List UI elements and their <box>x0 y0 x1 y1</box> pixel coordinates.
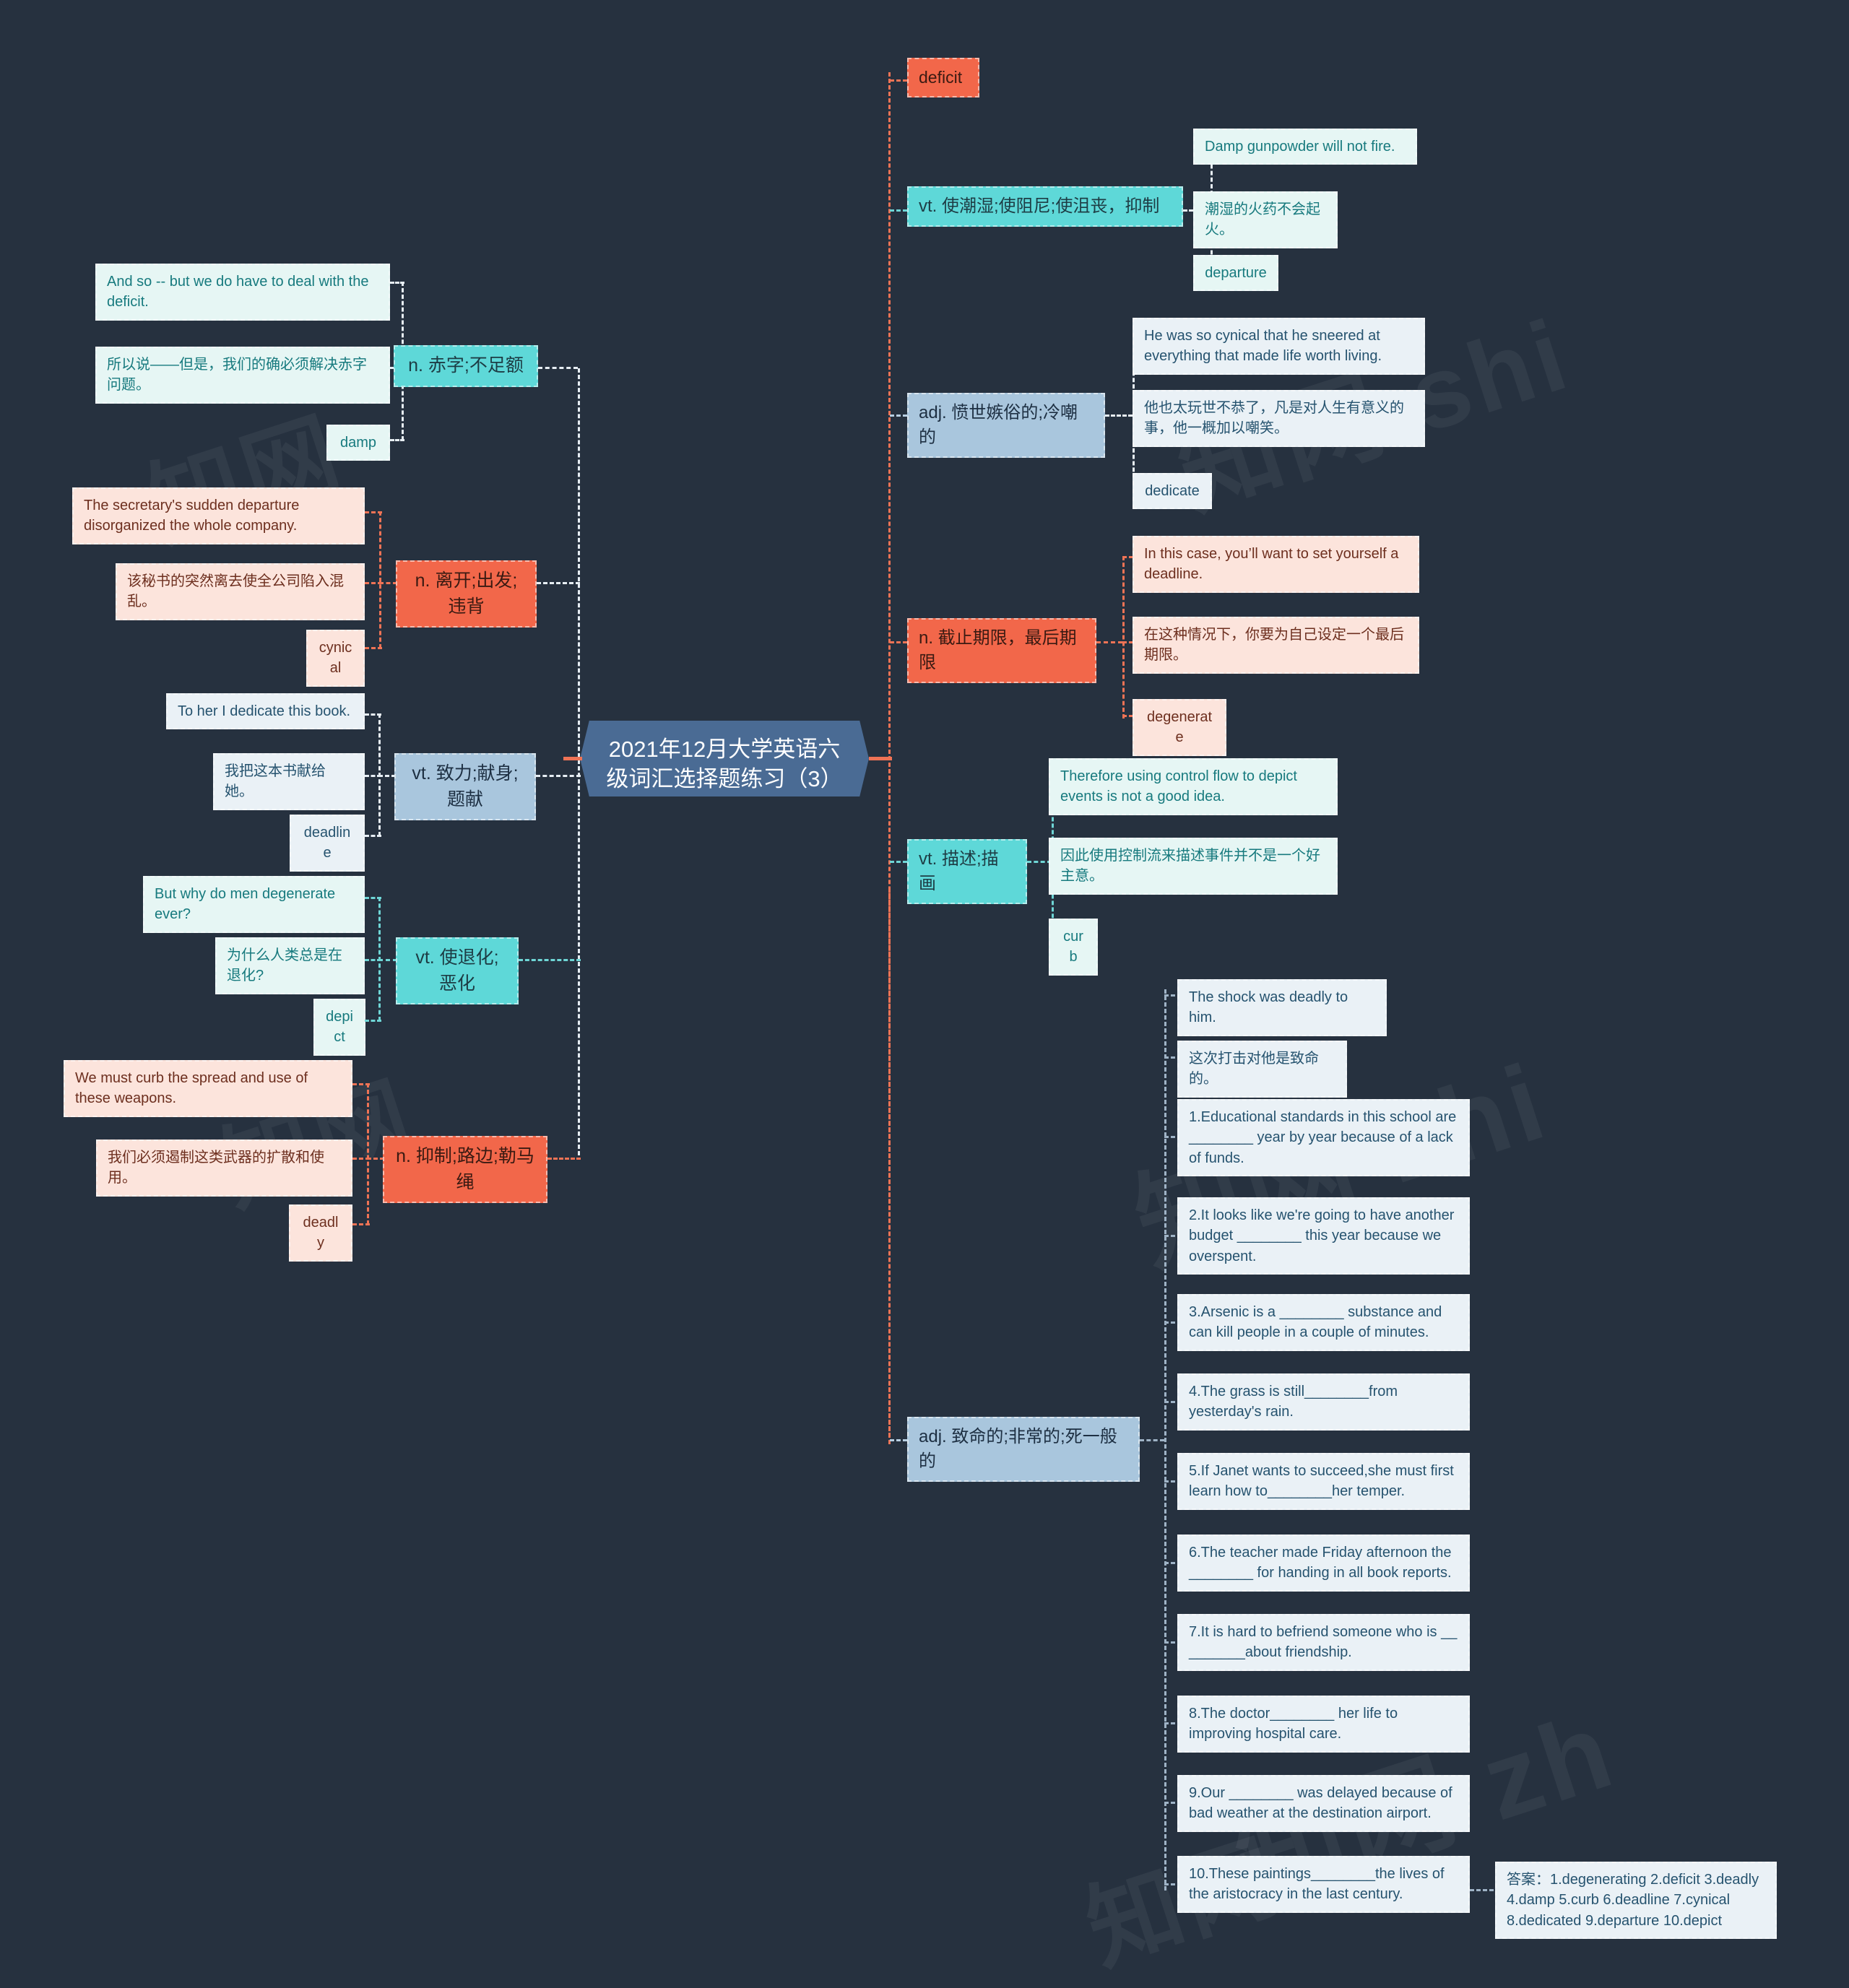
root-left-stub <box>563 757 582 760</box>
mindmap-canvas: 知网 知网 知网 zhi 知网 shi 知网 zh 知网 2021年12月大学英… <box>0 0 1849 1988</box>
branch-line-horizontal <box>378 775 396 777</box>
list-item[interactable]: To her I dedicate this book. <box>166 693 365 730</box>
answer-key[interactable]: 答案：1.degenerating 2.deficit 3.deadly 4.d… <box>1495 1862 1777 1940</box>
list-item[interactable]: 为什么人类总是在退化? <box>215 937 365 994</box>
branch-line-horizontal <box>365 511 382 513</box>
topic-line <box>536 775 581 777</box>
branch-line-horizontal <box>890 209 907 212</box>
list-item[interactable]: 2.It looks like we're going to have anot… <box>1177 1197 1470 1275</box>
list-item[interactable]: 所以说——但是，我们的确必须解决赤字问题。 <box>95 347 390 404</box>
list-item[interactable]: 6.The teacher made Friday afternoon the … <box>1177 1535 1470 1592</box>
list-item[interactable]: The secretary's sudden departure disorga… <box>72 487 365 544</box>
branch-line-horizontal <box>352 1223 370 1225</box>
topic-line <box>1105 414 1133 417</box>
branch-line-horizontal <box>890 861 907 863</box>
branch-line-horizontal <box>365 897 381 899</box>
topic-line <box>537 582 580 584</box>
list-item[interactable]: 10.These paintings________the lives of t… <box>1177 1856 1470 1913</box>
branch-line-vertical <box>367 1083 369 1225</box>
list-item[interactable]: depict <box>313 999 365 1056</box>
list-item[interactable]: 我把这本书献给她。 <box>213 753 365 810</box>
list-item[interactable]: He was so cynical that he sneered at eve… <box>1133 318 1425 375</box>
list-item[interactable]: 1.Educational standards in this school a… <box>1177 1099 1470 1177</box>
list-item[interactable]: cynical <box>306 630 365 687</box>
right-trunk-line-lower <box>888 888 891 1437</box>
topic-node-deficit-word[interactable]: deficit <box>907 58 979 97</box>
topic-line <box>1096 641 1122 643</box>
list-item[interactable]: 潮湿的火药不会起火。 <box>1193 191 1338 248</box>
topic-node-cynical[interactable]: adj. 愤世嫉俗的;冷嘲的 <box>907 393 1105 459</box>
list-item[interactable]: 该秘书的突然离去使全公司陷入混乱。 <box>116 563 365 620</box>
topic-line <box>1140 1439 1164 1441</box>
branch-line-horizontal <box>390 282 404 284</box>
root-title: 2021年12月大学英语六级词汇选择题练习（3） <box>606 737 843 791</box>
root-right-stub <box>869 757 892 760</box>
list-item[interactable]: 5.If Janet wants to succeed,she must fir… <box>1177 1453 1470 1510</box>
list-item[interactable]: 我们必须遏制这类武器的扩散和使用。 <box>96 1140 352 1197</box>
branch-line-horizontal <box>352 1083 370 1085</box>
list-item[interactable]: 7.It is hard to befriend someone who is … <box>1177 1614 1470 1671</box>
list-item[interactable]: 因此使用控制流来描述事件并不是一个好主意。 <box>1049 838 1338 895</box>
list-item[interactable]: departure <box>1193 255 1278 292</box>
topic-node-deadline[interactable]: n. 截止期限，最后期限 <box>907 618 1096 684</box>
branch-line-horizontal <box>365 713 381 716</box>
branch-line-horizontal <box>890 414 907 417</box>
list-item[interactable]: curb <box>1049 919 1098 976</box>
list-item[interactable]: Therefore using control flow to depict e… <box>1049 758 1338 815</box>
list-item[interactable]: The shock was deadly to him. <box>1177 979 1387 1036</box>
branch-line-horizontal <box>890 79 907 82</box>
branch-line-horizontal <box>890 1439 907 1441</box>
list-item[interactable]: 3.Arsenic is a ________ substance and ca… <box>1177 1294 1470 1351</box>
topic-node-dedicate[interactable]: vt. 致力;献身;题献 <box>394 753 536 820</box>
list-item[interactable]: We must curb the spread and use of these… <box>64 1060 352 1117</box>
topic-node-damp[interactable]: vt. 使潮湿;使阻尼;使沮丧，抑制 <box>907 186 1183 227</box>
branch-line-horizontal <box>367 1158 384 1160</box>
list-item[interactable]: And so -- but we do have to deal with th… <box>95 264 390 321</box>
branch-line-horizontal <box>365 1020 381 1022</box>
left-trunk-line <box>578 368 580 1155</box>
branch-line-horizontal <box>378 959 397 961</box>
list-item[interactable]: damp <box>326 425 390 461</box>
list-item[interactable]: In this case, you’ll want to set yoursel… <box>1133 536 1419 593</box>
list-item[interactable]: deadly <box>289 1204 352 1262</box>
list-item[interactable]: 9.Our ________ was delayed because of ba… <box>1177 1775 1470 1832</box>
topic-line <box>538 367 578 369</box>
root-node[interactable]: 2021年12月大学英语六级词汇选择题练习（3） <box>580 721 869 796</box>
list-item[interactable]: 4.The grass is still________from yesterd… <box>1177 1373 1470 1431</box>
branch-line-vertical <box>1164 989 1166 1891</box>
list-item[interactable]: dedicate <box>1133 473 1212 510</box>
topic-line <box>547 1158 581 1160</box>
topic-node-degenerate[interactable]: vt. 使退化;恶化 <box>396 937 519 1004</box>
list-item[interactable]: degenerate <box>1133 699 1226 756</box>
branch-line-horizontal <box>390 439 404 441</box>
topic-node-depict[interactable]: vt. 描述;描画 <box>907 839 1027 905</box>
list-item[interactable]: 他也太玩世不恭了，凡是对人生有意义的事，他一概加以嘲笑。 <box>1133 390 1425 447</box>
topic-line <box>1027 861 1052 863</box>
branch-line-vertical <box>379 511 381 648</box>
topic-node-deficit[interactable]: n. 赤字;不足额 <box>394 345 538 387</box>
list-item[interactable]: But why do men degenerate ever? <box>143 876 365 933</box>
topic-node-deadly[interactable]: adj. 致命的;非常的;死一般的 <box>907 1417 1140 1483</box>
list-item[interactable]: 这次打击对他是致命的。 <box>1177 1041 1347 1098</box>
topic-node-curb[interactable]: n. 抑制;路边;勒马绳 <box>383 1136 547 1203</box>
branch-line-horizontal <box>890 641 907 643</box>
branch-line-horizontal <box>365 835 381 837</box>
list-item[interactable]: Damp gunpowder will not fire. <box>1193 129 1417 165</box>
list-item[interactable]: 在这种情况下，你要为自己设定一个最后期限。 <box>1133 617 1419 674</box>
topic-node-departure[interactable]: n. 离开;出发;违背 <box>396 560 537 628</box>
branch-line-vertical <box>1122 556 1125 719</box>
topic-line <box>519 959 581 961</box>
branch-line-horizontal <box>379 582 397 584</box>
branch-line-horizontal <box>365 647 382 649</box>
list-item[interactable]: deadline <box>290 815 365 872</box>
list-item[interactable]: 8.The doctor________ her life to improvi… <box>1177 1696 1470 1753</box>
